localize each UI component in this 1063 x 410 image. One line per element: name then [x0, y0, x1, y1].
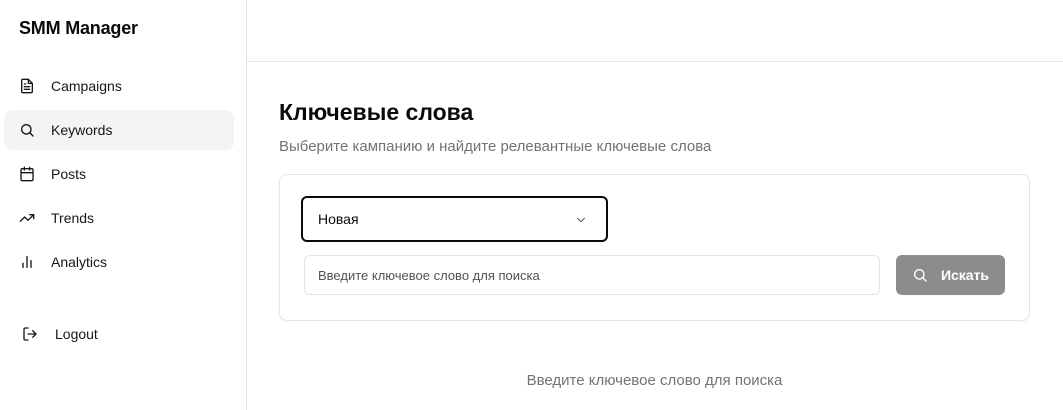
sidebar-item-trends[interactable]: Trends: [4, 198, 234, 238]
sidebar-item-label: Campaigns: [51, 78, 122, 94]
sidebar-item-analytics[interactable]: Analytics: [4, 242, 234, 282]
sidebar-item-campaigns[interactable]: Campaigns: [4, 66, 234, 106]
sidebar-item-posts[interactable]: Posts: [4, 154, 234, 194]
search-icon: [19, 122, 35, 138]
sidebar-item-label: Trends: [51, 210, 95, 226]
keyword-search-card: Новая Искать: [279, 174, 1030, 321]
campaign-select-value: Новая: [318, 211, 359, 227]
sidebar-item-label: Posts: [51, 166, 87, 182]
app-root: SMM Manager Campaigns Keywords Posts Tre…: [0, 0, 1063, 410]
log-out-icon: [22, 326, 38, 342]
sidebar: SMM Manager Campaigns Keywords Posts Tre…: [0, 0, 247, 410]
top-bar: [247, 0, 1063, 62]
page-subtitle: Выберите кампанию и найдите релевантные …: [279, 138, 712, 155]
search-icon: [912, 267, 928, 283]
brand-title: SMM Manager: [19, 18, 138, 38]
logout-section: Logout: [4, 314, 234, 358]
keyword-search-input[interactable]: [304, 255, 880, 295]
trending-up-icon: [19, 210, 35, 226]
sidebar-item-label: Analytics: [51, 254, 108, 270]
logout-label: Logout: [55, 326, 98, 342]
search-button-label: Искать: [940, 267, 990, 283]
chevron-down-icon: [574, 213, 588, 227]
sidebar-item-keywords[interactable]: Keywords: [4, 110, 234, 150]
campaign-select[interactable]: Новая: [301, 196, 608, 242]
logout-button[interactable]: Logout: [4, 314, 234, 354]
sidebar-nav: Campaigns Keywords Posts Trends Analytic…: [4, 66, 234, 286]
page-title: Ключевые слова: [279, 99, 474, 125]
calendar-icon: [19, 166, 35, 182]
bar-chart-icon: [19, 254, 35, 270]
sidebar-item-label: Keywords: [51, 122, 113, 138]
search-button[interactable]: Искать: [896, 255, 1005, 295]
empty-state-hint: Введите ключевое слово для поиска: [526, 372, 783, 389]
file-text-icon: [19, 78, 35, 94]
